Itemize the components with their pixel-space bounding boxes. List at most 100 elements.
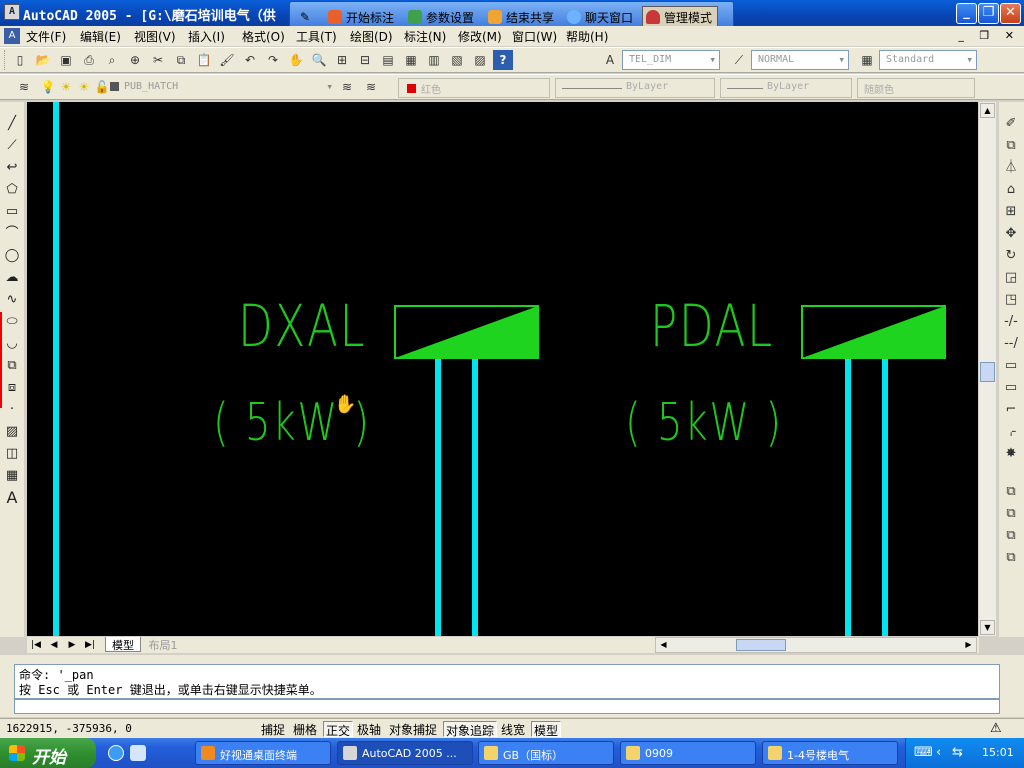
- draw-order-under-icon[interactable]: ⧉: [1002, 549, 1020, 567]
- toolbar-grip[interactable]: [4, 50, 7, 70]
- ellipse-icon[interactable]: ⬭: [3, 313, 21, 331]
- pin-icon[interactable]: ✎: [300, 8, 310, 26]
- vertical-scroll-thumb[interactable]: [980, 362, 995, 382]
- close-button[interactable]: ✕: [1000, 3, 1021, 24]
- last-tab-icon[interactable]: ▶|: [83, 638, 97, 652]
- scroll-up-button[interactable]: ▲: [980, 103, 995, 118]
- zoom-realtime-icon[interactable]: 🔍: [309, 50, 329, 70]
- scroll-left-button[interactable]: ◀: [656, 638, 671, 652]
- drawing-canvas[interactable]: DXAL ( 5kW ) PDAL ( 5kW ) ✋: [27, 102, 978, 636]
- internet-explorer-icon[interactable]: [108, 745, 124, 761]
- lineweight-toggle[interactable]: 线宽: [499, 721, 527, 737]
- textstyle-combo[interactable]: NORMAL: [751, 50, 849, 70]
- scroll-right-button[interactable]: ▶: [961, 638, 976, 652]
- menu-draw[interactable]: 绘图(D): [350, 28, 393, 45]
- horizontal-scroll-thumb[interactable]: [736, 639, 786, 651]
- menu-view[interactable]: 视图(V): [134, 28, 176, 45]
- polar-toggle[interactable]: 极轴: [355, 721, 383, 737]
- dimstyle-icon[interactable]: ⟋: [729, 50, 749, 70]
- offset-icon[interactable]: ⌂: [1002, 181, 1020, 199]
- otrack-toggle[interactable]: 对象追踪: [443, 721, 498, 738]
- chamfer-icon[interactable]: ⌐: [1002, 401, 1020, 419]
- document-icon[interactable]: A: [4, 28, 20, 44]
- linetype-combo[interactable]: ByLayer: [555, 78, 715, 98]
- stretch-icon[interactable]: ◳: [1002, 291, 1020, 309]
- insert-block-icon[interactable]: ⧉: [3, 357, 21, 375]
- taskbar-item-autocad[interactable]: AutoCAD 2005 ...: [337, 741, 473, 765]
- layer-combo[interactable]: PUB_HATCH: [118, 78, 336, 98]
- redo-icon[interactable]: ↷: [263, 50, 283, 70]
- make-block-icon[interactable]: ⧈: [3, 379, 21, 397]
- draw-order-front-icon[interactable]: ⧉: [1002, 483, 1020, 501]
- open-file-icon[interactable]: 📂: [33, 50, 53, 70]
- network-icon[interactable]: ⇆: [952, 745, 963, 760]
- menu-modify[interactable]: 修改(M): [458, 28, 502, 45]
- grid-toggle[interactable]: 栅格: [291, 721, 319, 737]
- menu-help[interactable]: 帮助(H): [566, 28, 608, 45]
- save-icon[interactable]: ▣: [56, 50, 76, 70]
- match-properties-icon[interactable]: 🖌: [217, 50, 237, 70]
- publish-icon[interactable]: ⊕: [125, 50, 145, 70]
- sheet-set-icon[interactable]: ▧: [447, 50, 467, 70]
- keyboard-icon[interactable]: ⌨: [914, 745, 933, 760]
- paste-icon[interactable]: 📋: [194, 50, 214, 70]
- color-combo[interactable]: 红色: [398, 78, 550, 98]
- copy-icon[interactable]: ⧉: [171, 50, 191, 70]
- tool-palettes-icon[interactable]: ▥: [424, 50, 444, 70]
- menu-edit[interactable]: 编辑(E): [80, 28, 121, 45]
- properties-icon[interactable]: ▤: [378, 50, 398, 70]
- polygon-icon[interactable]: ⬠: [3, 181, 21, 199]
- taskbar-item-folder-building[interactable]: 1-4号楼电气: [762, 741, 898, 765]
- print-icon[interactable]: ⎙: [79, 50, 99, 70]
- model-space-toggle[interactable]: 模型: [531, 721, 562, 738]
- tray-expand-icon[interactable]: ‹: [936, 745, 941, 760]
- pan-icon[interactable]: ✋: [286, 50, 306, 70]
- minimize-button[interactable]: _: [956, 3, 977, 24]
- draw-order-above-icon[interactable]: ⧉: [1002, 527, 1020, 545]
- design-center-icon[interactable]: ▦: [401, 50, 421, 70]
- fillet-icon[interactable]: ⌌: [1002, 423, 1020, 441]
- next-tab-icon[interactable]: ▶: [65, 638, 79, 652]
- ellipse-arc-icon[interactable]: ◡: [3, 335, 21, 353]
- zoom-window-icon[interactable]: ⊞: [332, 50, 352, 70]
- admin-mode-button[interactable]: 管理模式: [642, 6, 719, 28]
- circle-icon[interactable]: ◯: [3, 247, 21, 265]
- show-desktop-icon[interactable]: [130, 745, 146, 761]
- revision-cloud-icon[interactable]: ☁: [3, 269, 21, 287]
- mirror-icon[interactable]: ⏃: [1002, 159, 1020, 177]
- start-button[interactable]: 开始: [0, 738, 96, 768]
- erase-icon[interactable]: ✐: [1002, 115, 1020, 133]
- help-icon[interactable]: ?: [493, 50, 513, 70]
- command-history[interactable]: 命令: '_pan 按 Esc 或 Enter 键退出，或单击右键显示快捷菜单。: [14, 664, 1000, 699]
- vertical-scrollbar[interactable]: ▲ ▼: [979, 102, 996, 636]
- menu-tools[interactable]: 工具(T): [296, 28, 337, 45]
- scale-icon[interactable]: ◲: [1002, 269, 1020, 287]
- layer-previous-icon[interactable]: ≋: [361, 77, 381, 97]
- explode-icon[interactable]: ✸: [1002, 445, 1020, 463]
- osnap-toggle[interactable]: 对象捕捉: [387, 721, 439, 737]
- end-share-button[interactable]: 结束共享: [488, 8, 554, 26]
- lineweight-combo[interactable]: ByLayer: [720, 78, 852, 98]
- start-annotate-button[interactable]: 开始标注: [328, 8, 394, 26]
- menu-insert[interactable]: 插入(I): [188, 28, 225, 45]
- taskbar-item-video-client[interactable]: 好视通桌面终端: [195, 741, 331, 765]
- settings-button[interactable]: 参数设置: [408, 8, 474, 26]
- menu-file[interactable]: 文件(F): [26, 28, 66, 45]
- tab-model[interactable]: 模型: [105, 637, 141, 652]
- horizontal-scrollbar[interactable]: ◀ ▶: [655, 637, 977, 653]
- cut-icon[interactable]: ✂: [148, 50, 168, 70]
- spline-icon[interactable]: ∿: [3, 291, 21, 309]
- break-icon[interactable]: ▭: [1002, 357, 1020, 375]
- move-icon[interactable]: ✥: [1002, 225, 1020, 243]
- layer-manager-icon[interactable]: ≋: [14, 77, 34, 97]
- draw-order-back-icon[interactable]: ⧉: [1002, 505, 1020, 523]
- document-window-controls[interactable]: _ ❐ ✕: [958, 29, 1020, 42]
- table-icon[interactable]: ▦: [3, 467, 21, 485]
- trim-icon[interactable]: -/-: [1002, 313, 1020, 331]
- markup-icon[interactable]: ▨: [470, 50, 490, 70]
- array-icon[interactable]: ⊞: [1002, 203, 1020, 221]
- join-icon[interactable]: ▭: [1002, 379, 1020, 397]
- multiline-text-icon[interactable]: A: [3, 489, 21, 507]
- communication-center-icon[interactable]: ⚠: [990, 721, 1002, 736]
- extend-icon[interactable]: --/: [1002, 335, 1020, 353]
